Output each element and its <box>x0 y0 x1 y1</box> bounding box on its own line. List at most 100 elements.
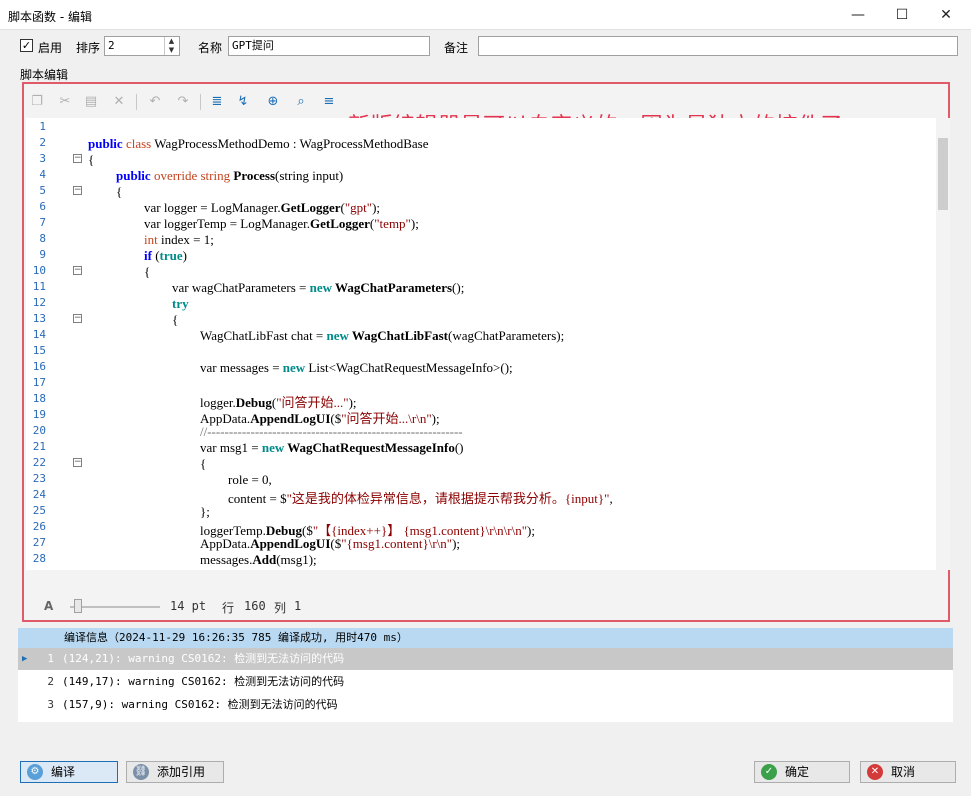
enabled-checkbox[interactable]: ✓ <box>20 39 33 52</box>
script-edit-label: 脚本编辑 <box>20 68 69 82</box>
minimize-button[interactable]: — <box>844 4 872 26</box>
code-line-22: { <box>200 456 207 471</box>
message-row[interactable]: 2 (149,17): warning CS0162: 检测到无法访问的代码 <box>18 671 953 693</box>
keyword: int <box>144 232 158 247</box>
code-text: (wagChatParameters); <box>448 328 565 343</box>
code-line-12: try <box>172 296 189 312</box>
comment-icon[interactable]: ≣ <box>208 93 226 111</box>
code-text: index = 1; <box>157 232 214 247</box>
horizontal-scrollbar[interactable] <box>26 570 936 582</box>
cancel-button[interactable]: ✕ 取消 <box>860 761 956 783</box>
toolbar-separator <box>136 94 137 110</box>
find-icon[interactable]: ⌕ <box>292 93 310 111</box>
code-text: ); <box>372 200 381 215</box>
line-number: 1 <box>39 120 46 133</box>
redo-icon[interactable]: ↷ <box>174 93 192 111</box>
string-literal: "temp" <box>374 216 411 231</box>
code-line-13: { <box>172 312 179 327</box>
keyword: new <box>309 280 333 295</box>
compile-messages: 编译信息（2024-11-29 16:26:35 785 编译成功, 用时470… <box>18 628 953 722</box>
font-size-value: 14 pt <box>170 599 207 613</box>
maximize-button[interactable]: ☐ <box>888 4 916 26</box>
compile-button[interactable]: ⚙ 编译 <box>20 761 118 783</box>
paste-icon[interactable]: ▤ <box>82 93 100 111</box>
code-line-14: WagChatLibFast chat = new WagChatLibFast… <box>200 328 564 344</box>
order-label: 排序 <box>76 41 101 55</box>
close-button[interactable]: ✕ <box>932 4 960 26</box>
link-icon: ⛓ <box>133 764 149 780</box>
order-spinner[interactable]: ▲ ▼ <box>164 37 178 55</box>
line-number: 19 <box>32 408 46 421</box>
name-label: 名称 <box>198 41 223 55</box>
code-text: messages. <box>200 552 253 567</box>
uncomment-icon[interactable]: ↯ <box>234 93 252 111</box>
code-line-25: }; <box>200 504 210 519</box>
cancel-icon: ✕ <box>867 764 883 780</box>
row-value: 160 <box>244 599 266 613</box>
line-number: 22 <box>32 456 46 469</box>
code-line-28: messages.Add(msg1); <box>200 552 317 568</box>
order-value: 2 <box>108 39 115 52</box>
fold-toggle[interactable]: − <box>73 154 82 163</box>
line-number: 7 <box>39 216 46 229</box>
code-text: var logger = LogManager. <box>144 200 281 215</box>
vertical-scrollbar[interactable] <box>936 118 950 570</box>
code-text: (msg1); <box>276 552 317 567</box>
line-number: 24 <box>32 488 46 501</box>
line-number: 4 <box>39 168 46 181</box>
line-number: 2 <box>39 136 46 149</box>
line-number: 20 <box>32 424 46 437</box>
line-number-gutter: 1 2 3 4 5 6 7 8 9 10 11 12 13 14 15 16 17 18 19 20 21 22 23 24 2… <box>26 118 48 570</box>
copy-icon[interactable]: ❐ <box>28 93 46 111</box>
keyword: new <box>261 440 285 455</box>
undo-icon[interactable]: ↶ <box>146 93 164 111</box>
name-input[interactable]: GPT提问 <box>228 36 430 56</box>
col-value: 1 <box>294 599 302 613</box>
method-name: AppendLogUI <box>250 536 331 551</box>
ok-button[interactable]: ✓ 确定 <box>754 761 850 783</box>
code-text: ); <box>452 536 461 551</box>
col-label: 列 <box>274 601 287 615</box>
code-line-10: { <box>144 264 151 279</box>
line-number: 28 <box>32 552 46 565</box>
code-text: ); <box>410 216 419 231</box>
add-reference-label: 添加引用 <box>157 765 206 779</box>
fold-toggle[interactable]: − <box>73 314 82 323</box>
method-name: Process <box>233 168 276 183</box>
class-name: WagProcessMethodDemo : WagProcessMethodB… <box>154 136 429 151</box>
goto-icon[interactable]: ⊕ <box>264 93 282 111</box>
row-label: 行 <box>222 601 235 615</box>
zoom-slider-thumb[interactable] <box>74 599 82 613</box>
add-reference-button[interactable]: ⛓ 添加引用 <box>126 761 224 783</box>
enabled-label: 启用 <box>38 41 63 55</box>
zoom-slider-track[interactable] <box>70 606 160 608</box>
code-text: ($ <box>330 536 342 551</box>
delete-icon[interactable]: ✕ <box>110 93 128 111</box>
code-line-9: if (true) <box>144 248 187 264</box>
message-row[interactable]: 3 (157,9): warning CS0162: 检测到无法访问的代码 <box>18 694 953 716</box>
fold-toggle[interactable]: − <box>73 266 82 275</box>
cut-icon[interactable]: ✂ <box>56 93 74 111</box>
line-number: 9 <box>39 248 46 261</box>
string-literal: "{msg1.content}\r\n" <box>341 536 453 551</box>
line-number: 14 <box>32 328 46 341</box>
keyword: class <box>125 136 152 151</box>
line-number: 6 <box>39 200 46 213</box>
message-number: 2 <box>47 675 54 688</box>
note-input[interactable] <box>478 36 958 56</box>
line-number: 17 <box>32 376 46 389</box>
format-icon[interactable]: ≡ <box>320 93 338 111</box>
code-text: var msg1 = <box>200 440 262 455</box>
fold-toggle[interactable]: − <box>73 186 82 195</box>
code-text: ) <box>182 248 187 263</box>
name-value: GPT提问 <box>232 39 274 52</box>
code-line-4: public override string Process(string in… <box>116 168 343 184</box>
code-editor[interactable]: 1 2 3 4 5 6 7 8 9 10 11 12 13 14 15 16 17 18 19 20 21 22 23 24 2… <box>26 118 936 570</box>
scroll-thumb[interactable] <box>938 138 948 210</box>
editor-status-bar: A 14 pt 行 160 列 1 <box>24 594 948 618</box>
message-row[interactable]: ▶ 1 (124,21): warning CS0162: 检测到无法访问的代码 <box>18 648 953 670</box>
code-line-24: content = $"这是我的体检异常信息，请根据提示帮我分析。{input}… <box>228 488 613 507</box>
type-name: WagChatParameters <box>332 280 453 295</box>
line-number: 5 <box>39 184 46 197</box>
fold-toggle[interactable]: − <box>73 458 82 467</box>
